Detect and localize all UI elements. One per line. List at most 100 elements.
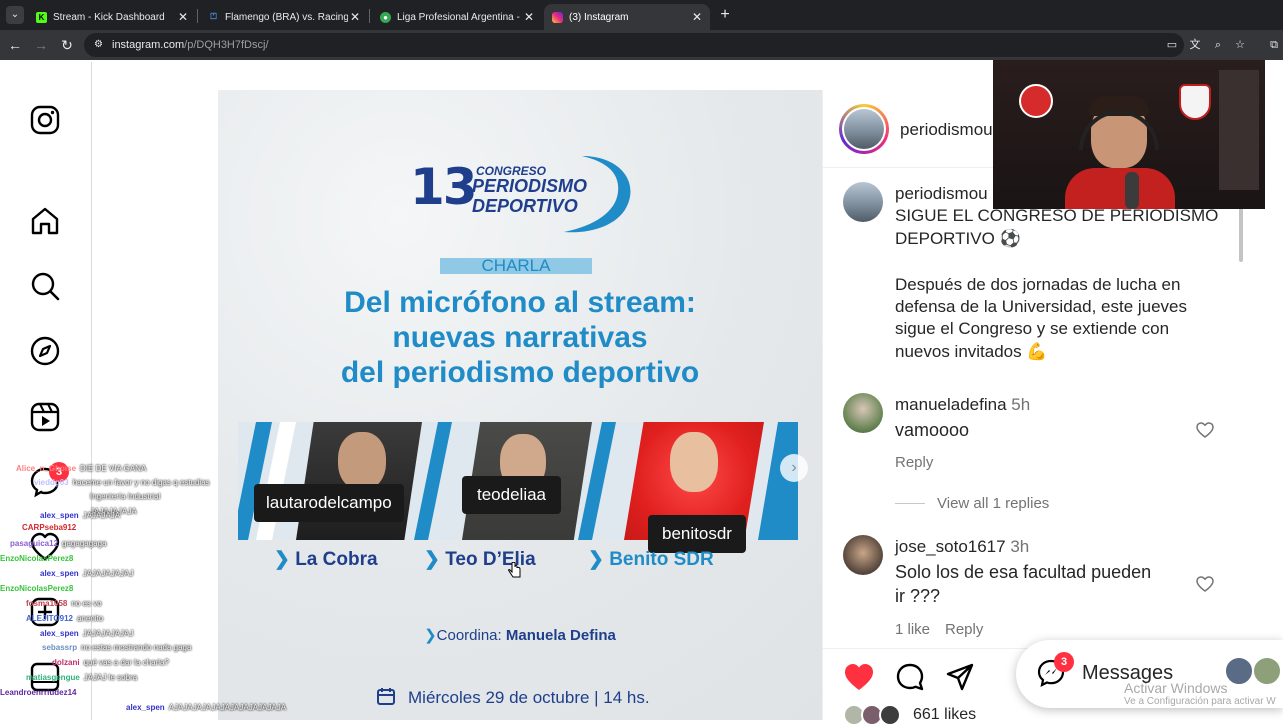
tv-icon: ⏍ [210,12,217,21]
congress-logo: 13 Congreso PERIODISMO DEPORTIVO [410,152,640,242]
close-icon[interactable]: ✕ [176,10,190,24]
search-icon[interactable] [28,269,62,303]
tab-label: Stream - Kick Dashboard [53,11,165,23]
comment-avatar[interactable] [843,535,883,575]
chat-message: matiasgengue JAJAJ le sobra [26,671,137,685]
comment-avatar[interactable] [843,393,883,433]
install-app-icon[interactable]: ▭ [1164,37,1180,53]
chat-text: DIE DE VIA GANA [80,464,147,473]
chat-username[interactable]: alex_spen [40,629,79,638]
chat-username[interactable]: alex_spen [40,569,79,578]
chat-text: Ingeniería Industrial [90,492,161,501]
stream-chat-overlay: Alice_n_Ghoise DIE DE VIA GANA vieddg03 hac… [0,462,300,720]
tab-search-button[interactable]: ⌄ [6,6,24,24]
comment-likes[interactable]: 1 like [895,621,930,638]
chat-username[interactable]: CARPseba912 [22,523,76,532]
tab-flamengo-racing[interactable]: ⏍ Flamengo (BRA) vs. Racing Club ✕ [200,4,368,30]
chat-username[interactable]: ALEJITO912 [26,614,73,623]
post-image[interactable]: 13 Congreso PERIODISMO DEPORTIVO CHARLA … [218,90,822,720]
chat-username[interactable]: alex_spen [40,511,79,520]
comment-icon[interactable] [895,662,925,692]
chat-username[interactable]: Alice_n_Ghoise [16,464,76,473]
chat-username[interactable]: matiasgengue [26,673,80,682]
hand-cursor-icon [508,562,521,578]
browser-tab-strip: ⌄ K Stream - Kick Dashboard ✕ ⏍ Flamengo… [0,0,1283,30]
caption-para-4: nuevos invitados 💪 [895,342,1048,361]
chat-message: Ingeniería Industrial [86,490,160,504]
caption-para-3: sigue el Congreso y se extiende con [895,319,1170,338]
comment-like-heart-icon[interactable] [1195,574,1215,594]
speaker-name-3: ❯ Benito SDR [588,549,714,570]
windows-activation-watermark: Activar Windows Ve a Configuración para … [1124,680,1283,707]
comment-reply-button[interactable]: Reply [945,621,983,638]
chat-message: Leandroenrriudez14 [0,686,76,700]
chat-text: JAJAJAJAJAJ [82,569,134,578]
new-tab-button[interactable]: + [716,6,734,24]
close-icon[interactable]: ✕ [348,10,362,24]
caption-username[interactable]: periodismou [895,184,988,204]
like-heart-filled-icon[interactable] [843,662,875,692]
chat-message: alex_spen JAJAJAJAJAJ [40,627,133,641]
home-icon[interactable] [28,204,62,238]
close-icon[interactable]: ✕ [690,10,704,24]
coordinator-line: ❯Coordina: Manuela Defina [424,627,616,644]
likes-count[interactable]: 661 likes [913,706,976,724]
caption-avatar[interactable] [843,182,883,222]
site-settings-icon[interactable]: ⚙ [94,33,103,57]
forward-icon[interactable]: → [32,36,50,54]
explore-icon[interactable] [28,334,62,368]
tab-instagram[interactable]: (3) Instagram ✕ [544,4,710,30]
left-crest-icon [1019,84,1053,118]
chat-username[interactable]: pasaguica12 [10,539,58,548]
instagram-logo-icon[interactable] [28,103,62,137]
address-bar[interactable]: ⚙ instagram.com/p/DQH3H7fDscj/ [84,33,1184,57]
chat-text: haceme un favor y no digas q estudias [72,478,210,487]
comment-username[interactable]: manueladefina [895,395,1007,414]
chat-username[interactable]: Leandroenrriudez14 [0,688,76,697]
browser-toolbar: ← → ↻ ⚙ instagram.com/p/DQH3H7fDscj/ ▭ 文… [0,30,1283,60]
chat-username[interactable]: EnzoNicolasPerez8 [0,584,73,593]
reels-icon[interactable] [28,400,62,434]
close-icon[interactable]: ✕ [522,10,536,24]
chat-username[interactable]: EnzoNicolasPerez8 [0,554,73,563]
comment-time: 3h [1010,537,1030,556]
author-avatar[interactable] [839,104,889,154]
translate-icon[interactable]: 文 [1187,37,1203,53]
tab-kick-dashboard[interactable]: K Stream - Kick Dashboard ✕ [28,4,196,30]
back-icon[interactable]: ← [6,36,24,54]
likers-avatars[interactable] [843,704,907,726]
reload-icon[interactable]: ↻ [58,36,76,54]
chat-username[interactable]: vieddg03 [34,478,69,487]
carousel-next-button[interactable]: › [780,454,808,482]
url-host: instagram.com [112,39,185,51]
chat-message: vieddg03 haceme un favor y no digas q est… [34,476,210,490]
chat-username[interactable]: dolzani [52,658,80,667]
extensions-icon[interactable]: ⧉ [1266,37,1282,53]
comment-username[interactable]: jose_soto1617 [895,537,1006,556]
chat-username[interactable]: sebassrp [42,643,77,652]
bookmark-star-icon[interactable]: ☆ [1232,37,1248,53]
author-username[interactable]: periodismou [900,120,993,140]
caption-line-1: SIGUE EL CONGRESO DE PERIODISMO [895,206,1219,225]
chat-text: JAJAJ le sobra [83,673,138,682]
chat-message: Alice_n_Ghoise DIE DE VIA GANA [16,462,146,476]
speaker-handle-2: teodeliaa [462,476,562,514]
tab-label: (3) Instagram [569,11,629,23]
chat-message: dolzani qué vas a dar la charla? [52,656,169,670]
zoom-icon[interactable]: ⌕ [1210,37,1226,53]
chat-text: JAJAJAJAJAJ [82,629,134,638]
view-replies-button[interactable]: View all 1 replies [937,495,1049,512]
share-icon[interactable] [945,662,975,692]
chat-message: EnzoNicolasPerez8 [0,582,73,596]
chat-username[interactable]: fosma1058 [26,599,67,608]
comment-text: vamoooo [895,420,970,440]
chat-text: gagagagaga [62,539,107,548]
url-path: /p/DQH3H7fDscj/ [184,39,269,51]
chat-username[interactable]: alex_spen [126,703,165,712]
comment-reply-button[interactable]: Reply [895,454,933,471]
calendar-icon [377,688,395,705]
tab-liga-profesional[interactable]: ● Liga Profesional Argentina - PC ✕ [372,4,542,30]
speaker-name-1-text: La Cobra [295,549,378,570]
chat-message: CARPseba912 [22,521,76,535]
comment-like-heart-icon[interactable] [1195,420,1215,440]
